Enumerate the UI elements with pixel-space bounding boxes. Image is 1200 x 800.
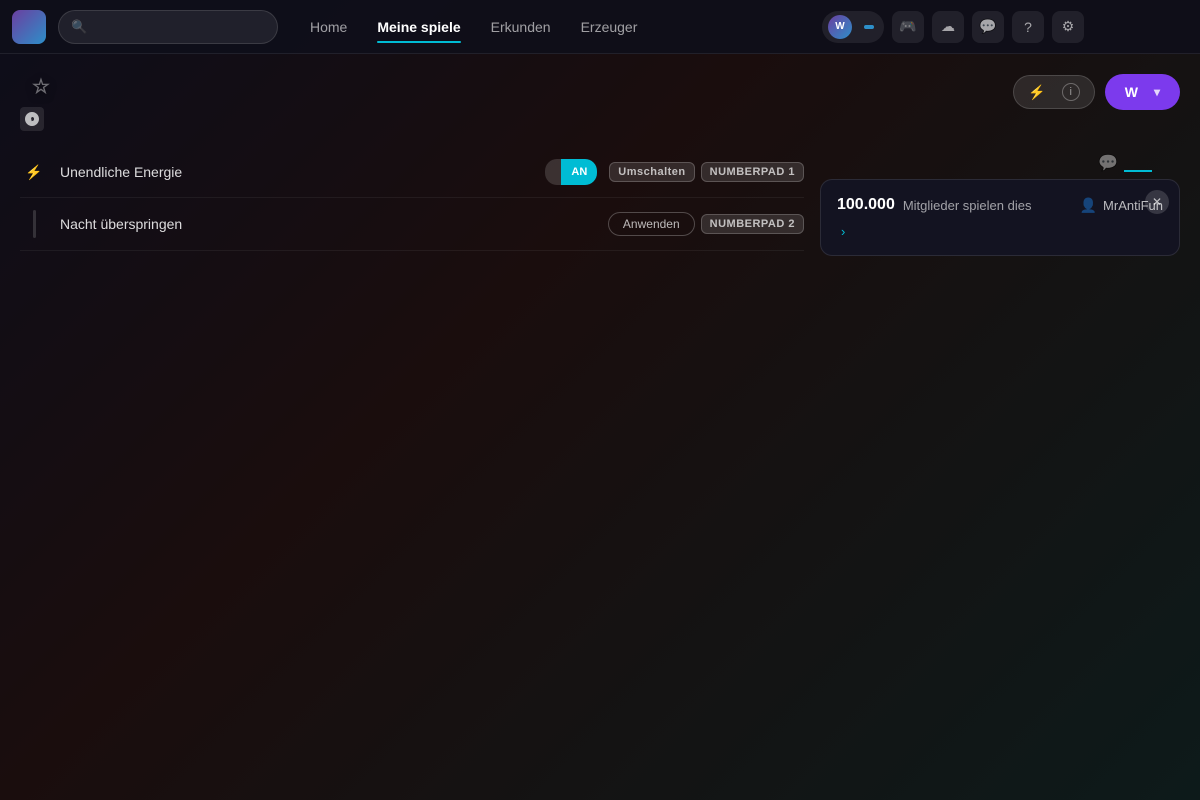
info-card-close-button[interactable]: ✕	[1145, 190, 1169, 214]
play-wm-icon: W	[1125, 84, 1138, 100]
key-badge[interactable]: NUMBERPAD 1	[701, 162, 804, 182]
cheat-name: Unendliche Energie	[60, 164, 533, 180]
action-label[interactable]: Umschalten	[609, 162, 694, 182]
info-panel: 💬 ✕ 100.000 Mitglieder spielen dies 👤 Mr…	[820, 147, 1180, 256]
maximize-button[interactable]	[1128, 13, 1156, 41]
desktop-link-arrow-icon: ›	[841, 224, 845, 239]
platform-row	[20, 107, 52, 131]
breadcrumb	[0, 54, 1200, 70]
favorite-star-icon[interactable]: ☆	[32, 74, 50, 99]
minimize-button[interactable]	[1096, 13, 1124, 41]
tab-history[interactable]	[1152, 154, 1180, 172]
play-dropdown-arrow-icon: ▾	[1154, 85, 1160, 99]
close-button[interactable]	[1160, 13, 1188, 41]
cheat-row: Nacht überspringen Anwenden NUMBERPAD 2	[20, 198, 804, 251]
search-icon: 🔍	[71, 19, 87, 35]
info-tabs: 💬	[820, 147, 1180, 179]
discord-button[interactable]: 💬	[972, 11, 1004, 43]
platform-icon	[20, 107, 44, 131]
toggle-off-state	[545, 159, 561, 185]
game-title-row: ☆	[20, 74, 52, 99]
cheat-actions: Anwenden NUMBERPAD 2	[608, 212, 804, 236]
members-row: 100.000 Mitglieder spielen dies 👤 MrAnti…	[837, 196, 1163, 214]
main-content: ⚡ Unendliche Energie AN Umschalten NUMBE…	[0, 147, 1200, 256]
game-header: ☆ ⚡ i W ▾	[0, 70, 1200, 147]
nav-item-home[interactable]: Home	[298, 13, 359, 41]
user-badge[interactable]: W	[822, 11, 884, 43]
avatar: W	[828, 15, 852, 39]
tab-info[interactable]	[1124, 154, 1152, 172]
info-icon[interactable]: i	[1062, 83, 1080, 101]
nav-item-explore[interactable]: Erkunden	[479, 13, 563, 41]
cheat-lightning-icon: ⚡	[20, 164, 48, 181]
cheat-bar-icon	[20, 210, 48, 238]
help-button[interactable]: ?	[1012, 11, 1044, 43]
search-input[interactable]	[95, 19, 265, 34]
main-nav: HomeMeine spieleErkundenErzeuger	[298, 13, 649, 41]
cheats-save-button[interactable]: ⚡ i	[1013, 75, 1094, 109]
key-badge[interactable]: NUMBERPAD 2	[701, 214, 804, 234]
nav-item-my-games[interactable]: Meine spiele	[365, 13, 472, 41]
members-label: Mitglieder spielen dies	[903, 198, 1032, 213]
desktop-link[interactable]: ›	[837, 224, 1163, 239]
cheat-actions: Umschalten NUMBERPAD 1	[609, 162, 804, 182]
apply-button[interactable]: Anwenden	[608, 212, 695, 236]
author-person-icon: 👤	[1080, 197, 1097, 214]
lightning-icon: ⚡	[1028, 84, 1045, 101]
nav-item-creator[interactable]: Erzeuger	[569, 13, 650, 41]
cheats-list: ⚡ Unendliche Energie AN Umschalten NUMBE…	[20, 147, 804, 251]
titlebar-right: W 🎮 ☁ 💬 ? ⚙	[822, 11, 1188, 43]
chat-tab[interactable]: 💬	[1092, 147, 1124, 179]
window-controls	[1096, 13, 1188, 41]
cloud-button[interactable]: ☁	[932, 11, 964, 43]
cheat-name: Nacht überspringen	[60, 216, 596, 232]
game-header-right: ⚡ i W ▾	[1013, 74, 1180, 110]
play-button[interactable]: W ▾	[1105, 74, 1180, 110]
members-count: 100.000	[837, 196, 895, 214]
search-container[interactable]: 🔍	[58, 10, 278, 44]
game-title-area: ☆	[20, 74, 52, 131]
cheat-row: ⚡ Unendliche Energie AN Umschalten NUMBE…	[20, 147, 804, 198]
titlebar: 🔍 HomeMeine spieleErkundenErzeuger W 🎮 ☁…	[0, 0, 1200, 54]
toggle-on-state: AN	[561, 159, 597, 185]
cheats-panel: ⚡ Unendliche Energie AN Umschalten NUMBE…	[20, 147, 804, 256]
cheat-toggle[interactable]: AN	[545, 159, 597, 185]
info-card: ✕ 100.000 Mitglieder spielen dies 👤 MrAn…	[820, 179, 1180, 256]
app-logo[interactable]	[12, 10, 46, 44]
controller-button[interactable]: 🎮	[892, 11, 924, 43]
pro-badge	[864, 25, 874, 29]
settings-button[interactable]: ⚙	[1052, 11, 1084, 43]
